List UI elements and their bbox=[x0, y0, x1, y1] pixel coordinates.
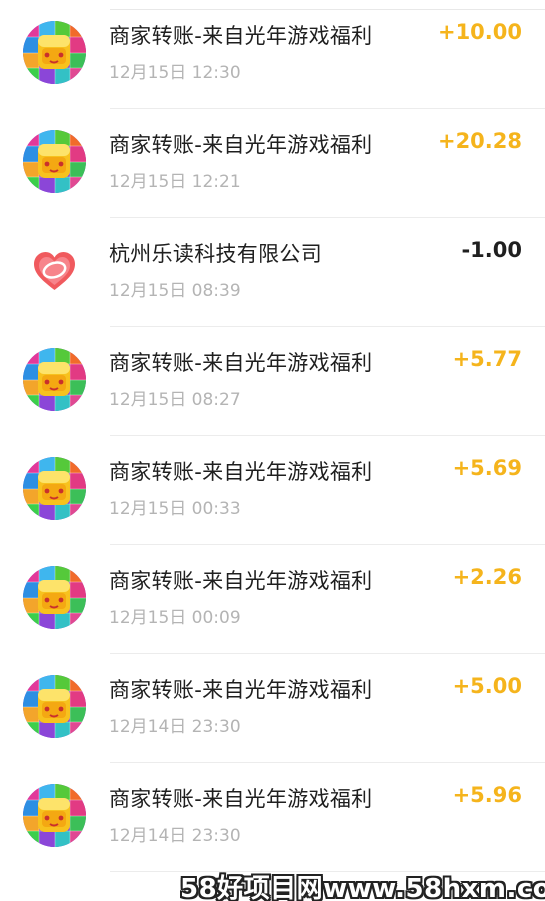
candy-game-icon bbox=[23, 348, 86, 411]
transaction-amount: +2.26 bbox=[452, 565, 522, 589]
transaction-time: 12月15日 00:33 bbox=[109, 499, 241, 519]
transaction-title: 商家转账-来自光年游戏福利 bbox=[109, 787, 373, 811]
transaction-time: 12月15日 08:27 bbox=[109, 390, 241, 410]
transaction-time: 12月15日 12:30 bbox=[109, 63, 241, 83]
transaction-title: 商家转账-来自光年游戏福利 bbox=[109, 351, 373, 375]
transaction-title: 商家转账-来自光年游戏福利 bbox=[109, 24, 373, 48]
transaction-title: 商家转账-来自光年游戏福利 bbox=[109, 133, 373, 157]
candy-game-icon bbox=[23, 21, 86, 84]
transaction-amount: +5.69 bbox=[452, 456, 522, 480]
heart-logo-icon bbox=[23, 239, 86, 302]
transaction-time: 12月14日 23:30 bbox=[109, 826, 241, 846]
transaction-row[interactable]: 商家转账-来自光年游戏福利 12月15日 00:33 +5.69 bbox=[0, 436, 545, 545]
transaction-time: 12月15日 08:39 bbox=[109, 281, 241, 301]
transaction-row[interactable]: 商家转账-来自光年游戏福利 12月14日 23:30 +5.96 bbox=[0, 763, 545, 872]
transaction-list-page: 商家转账-来自光年游戏福利 12月15日 12:30 +10.00 商家转账-来… bbox=[0, 0, 545, 901]
transaction-time: 12月15日 00:09 bbox=[109, 608, 241, 628]
candy-game-icon bbox=[23, 675, 86, 738]
candy-game-icon bbox=[23, 566, 86, 629]
watermark: 58好项目网www.58hxm.com bbox=[180, 874, 545, 901]
transaction-row[interactable]: 商家转账-来自光年游戏福利 12月14日 23:30 +5.00 bbox=[0, 654, 545, 763]
transaction-time: 12月14日 23:30 bbox=[109, 717, 241, 737]
transaction-row[interactable]: 商家转账-来自光年游戏福利 12月15日 08:27 +5.77 bbox=[0, 327, 545, 436]
transaction-time: 12月15日 12:21 bbox=[109, 172, 241, 192]
transaction-title: 商家转账-来自光年游戏福利 bbox=[109, 569, 373, 593]
transaction-amount: +20.28 bbox=[437, 129, 522, 153]
candy-game-icon bbox=[23, 784, 86, 847]
transaction-row[interactable]: 杭州乐读科技有限公司 12月15日 08:39 -1.00 bbox=[0, 218, 545, 327]
transaction-amount: +5.77 bbox=[452, 347, 522, 371]
transaction-row[interactable]: 商家转账-来自光年游戏福利 12月15日 00:09 +2.26 bbox=[0, 545, 545, 654]
transaction-row[interactable]: 商家转账-来自光年游戏福利 12月15日 12:30 +10.00 bbox=[0, 0, 545, 109]
transaction-title: 商家转账-来自光年游戏福利 bbox=[109, 460, 373, 484]
candy-game-icon bbox=[23, 130, 86, 193]
transaction-title: 杭州乐读科技有限公司 bbox=[109, 242, 322, 266]
transaction-amount: +5.00 bbox=[452, 674, 522, 698]
transaction-amount: -1.00 bbox=[461, 238, 522, 262]
transaction-row[interactable]: 商家转账-来自光年游戏福利 12月15日 12:21 +20.28 bbox=[0, 109, 545, 218]
candy-game-icon bbox=[23, 457, 86, 520]
transaction-amount: +5.96 bbox=[452, 783, 522, 807]
transaction-title: 商家转账-来自光年游戏福利 bbox=[109, 678, 373, 702]
transaction-amount: +10.00 bbox=[437, 20, 522, 44]
